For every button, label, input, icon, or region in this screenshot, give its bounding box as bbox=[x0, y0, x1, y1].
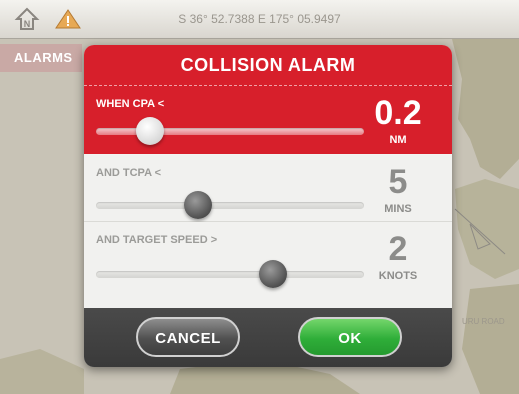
collision-alarm-dialog: COLLISION ALARM WHEN CPA < 0.2 NM AND TC… bbox=[84, 45, 452, 367]
alarms-tab[interactable]: ALARMS bbox=[0, 44, 82, 72]
tcpa-slider-knob[interactable] bbox=[183, 191, 212, 219]
cancel-button[interactable]: CANCEL bbox=[136, 317, 240, 357]
target-speed-slider-track[interactable] bbox=[96, 271, 364, 278]
dialog-title: COLLISION ALARM bbox=[84, 45, 452, 86]
gps-coordinates: S 36° 52.7388 E 175° 05.9497 bbox=[178, 12, 341, 26]
tcpa-row: AND TCPA < 5 MINS bbox=[84, 155, 452, 222]
target-speed-label: AND TARGET SPEED > bbox=[96, 234, 218, 246]
cpa-value: 0.2 bbox=[374, 94, 422, 132]
top-bar: N S 36° 52.7388 E 175° 05.9497 bbox=[0, 0, 519, 39]
ok-button[interactable]: OK bbox=[298, 317, 402, 357]
map-road-label: URU ROAD bbox=[462, 317, 505, 326]
tcpa-label: AND TCPA < bbox=[96, 167, 162, 179]
cpa-label: WHEN CPA < bbox=[96, 98, 165, 110]
tcpa-unit: MINS bbox=[384, 203, 412, 215]
target-speed-row: AND TARGET SPEED > 2 KNOTS bbox=[84, 222, 452, 308]
tcpa-value: 5 bbox=[388, 163, 408, 201]
dialog-footer: CANCEL OK bbox=[84, 308, 452, 367]
cpa-slider-knob[interactable] bbox=[135, 117, 164, 145]
target-speed-slider-knob[interactable] bbox=[258, 260, 287, 288]
cpa-row: WHEN CPA < 0.2 NM bbox=[84, 86, 452, 154]
target-speed-value: 2 bbox=[388, 230, 408, 268]
cpa-unit: NM bbox=[389, 134, 407, 146]
tcpa-slider-track[interactable] bbox=[96, 202, 364, 209]
target-speed-unit: KNOTS bbox=[378, 270, 418, 282]
